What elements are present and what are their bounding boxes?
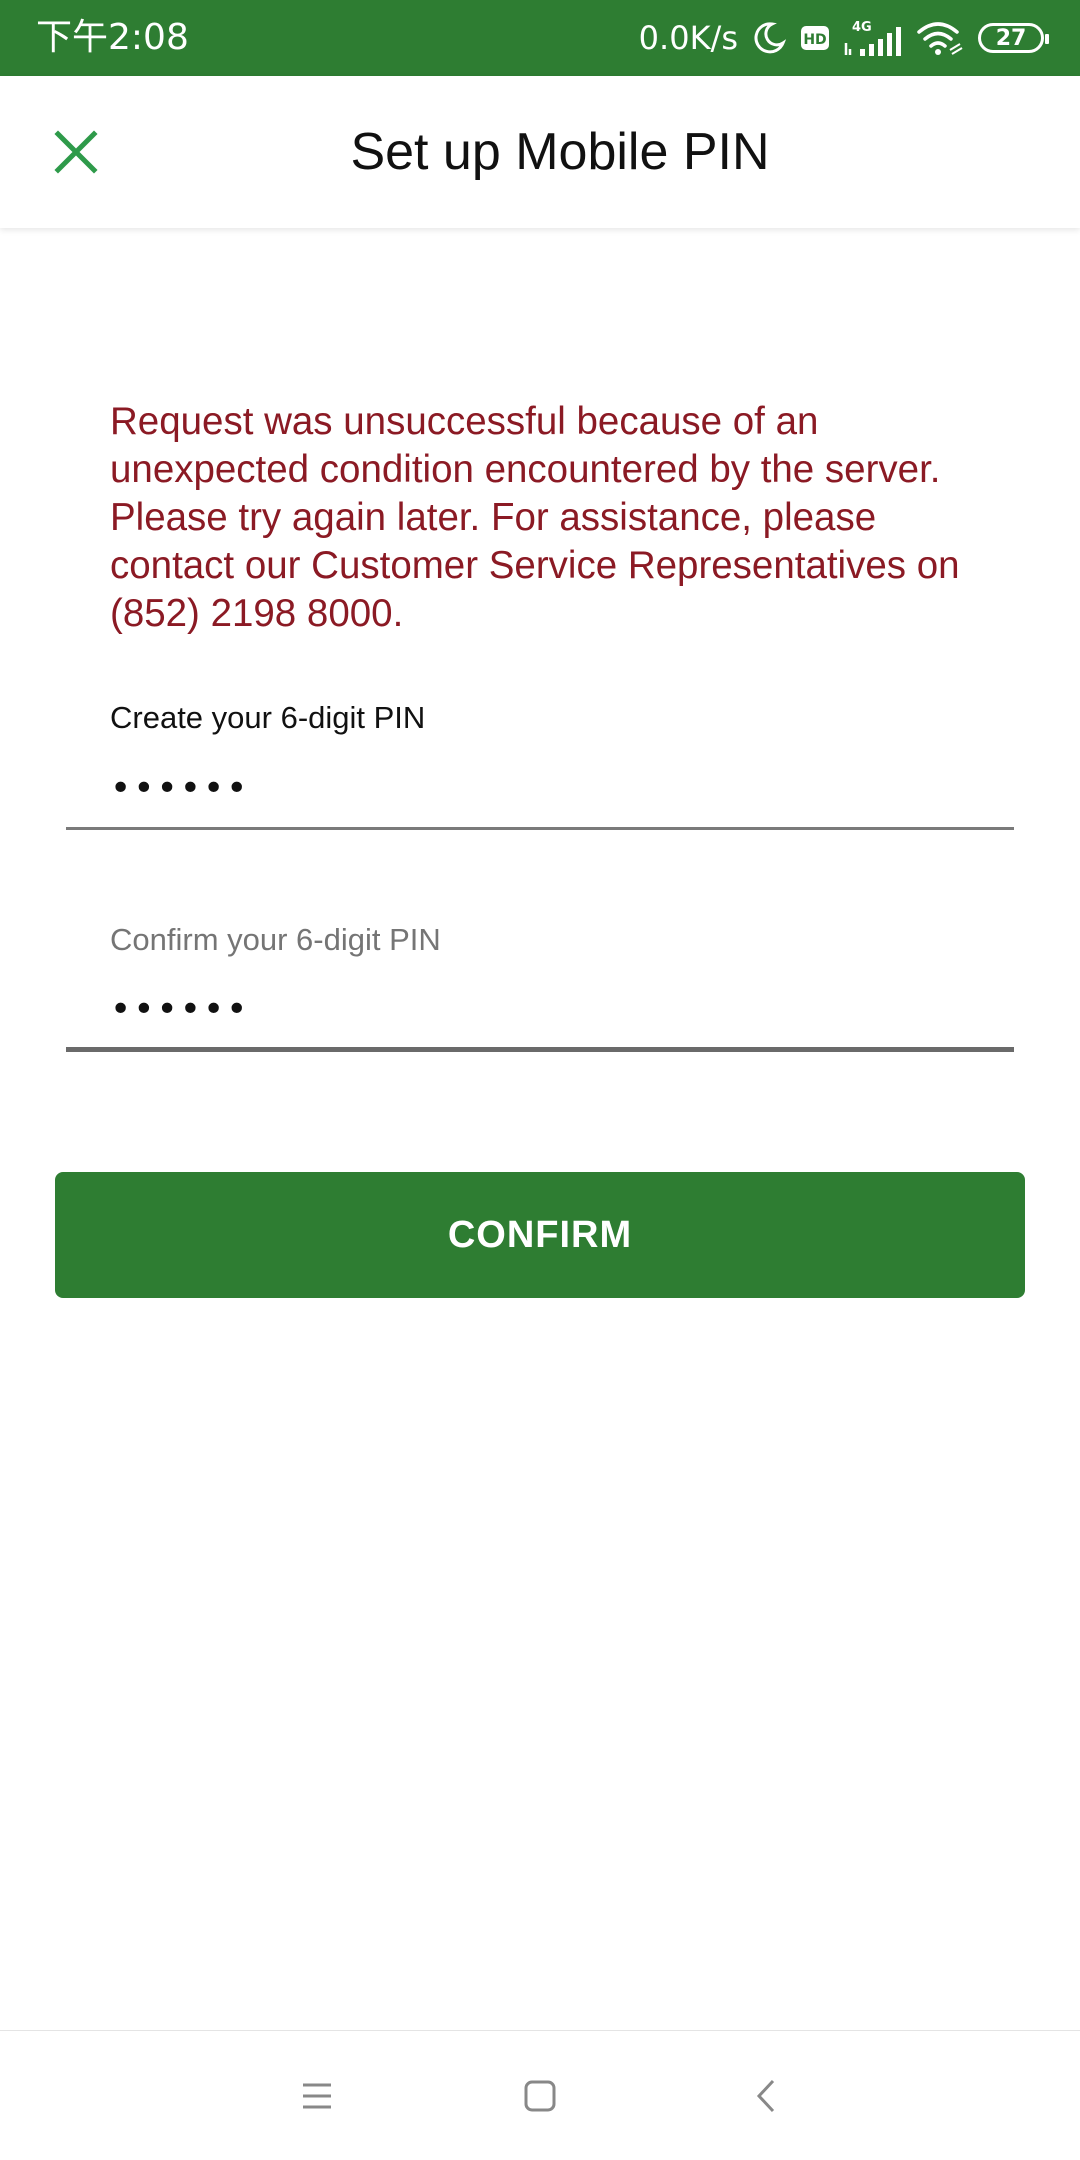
back-icon	[756, 2079, 775, 2113]
error-message: Request was unsuccessful because of an u…	[110, 400, 960, 635]
network-type: 4G	[852, 20, 872, 35]
wifi-icon	[916, 20, 964, 56]
home-icon	[524, 2080, 556, 2112]
status-time: 下午2:08	[36, 17, 189, 58]
home-button[interactable]	[480, 2031, 600, 2160]
create-pin-label: Create your 6-digit PIN	[110, 700, 426, 735]
create-pin-input[interactable]	[66, 750, 1014, 830]
hd-icon: HD	[800, 23, 830, 53]
confirm-button[interactable]: CONFIRM	[55, 1172, 1025, 1298]
navigation-bar	[0, 2030, 1080, 2160]
close-icon	[54, 130, 98, 174]
hd-label: HD	[803, 32, 826, 48]
confirm-pin-label: Confirm your 6-digit PIN	[110, 922, 441, 957]
close-button[interactable]	[36, 112, 116, 192]
signal-icon: 4G	[844, 19, 902, 57]
menu-icon	[303, 2083, 331, 2109]
menu-button[interactable]	[257, 2031, 377, 2160]
network-speed: 0.0K/s	[638, 19, 738, 57]
page-title: Set up Mobile PIN	[350, 123, 770, 181]
back-button[interactable]	[707, 2031, 827, 2160]
status-icons: 0.0K/s HD 4G 27	[638, 14, 1049, 62]
moon-icon	[752, 21, 786, 55]
confirm-pin-input[interactable]	[66, 972, 1014, 1052]
app-bar: Set up Mobile PIN	[0, 76, 1080, 228]
battery-level: 27	[995, 25, 1027, 51]
battery-icon: 27	[978, 23, 1049, 53]
screen: 下午2:08 0.0K/s HD 4G 27 Set up Mobile PIN…	[0, 0, 1080, 2160]
status-bar: 下午2:08 0.0K/s HD 4G 27	[0, 0, 1080, 76]
